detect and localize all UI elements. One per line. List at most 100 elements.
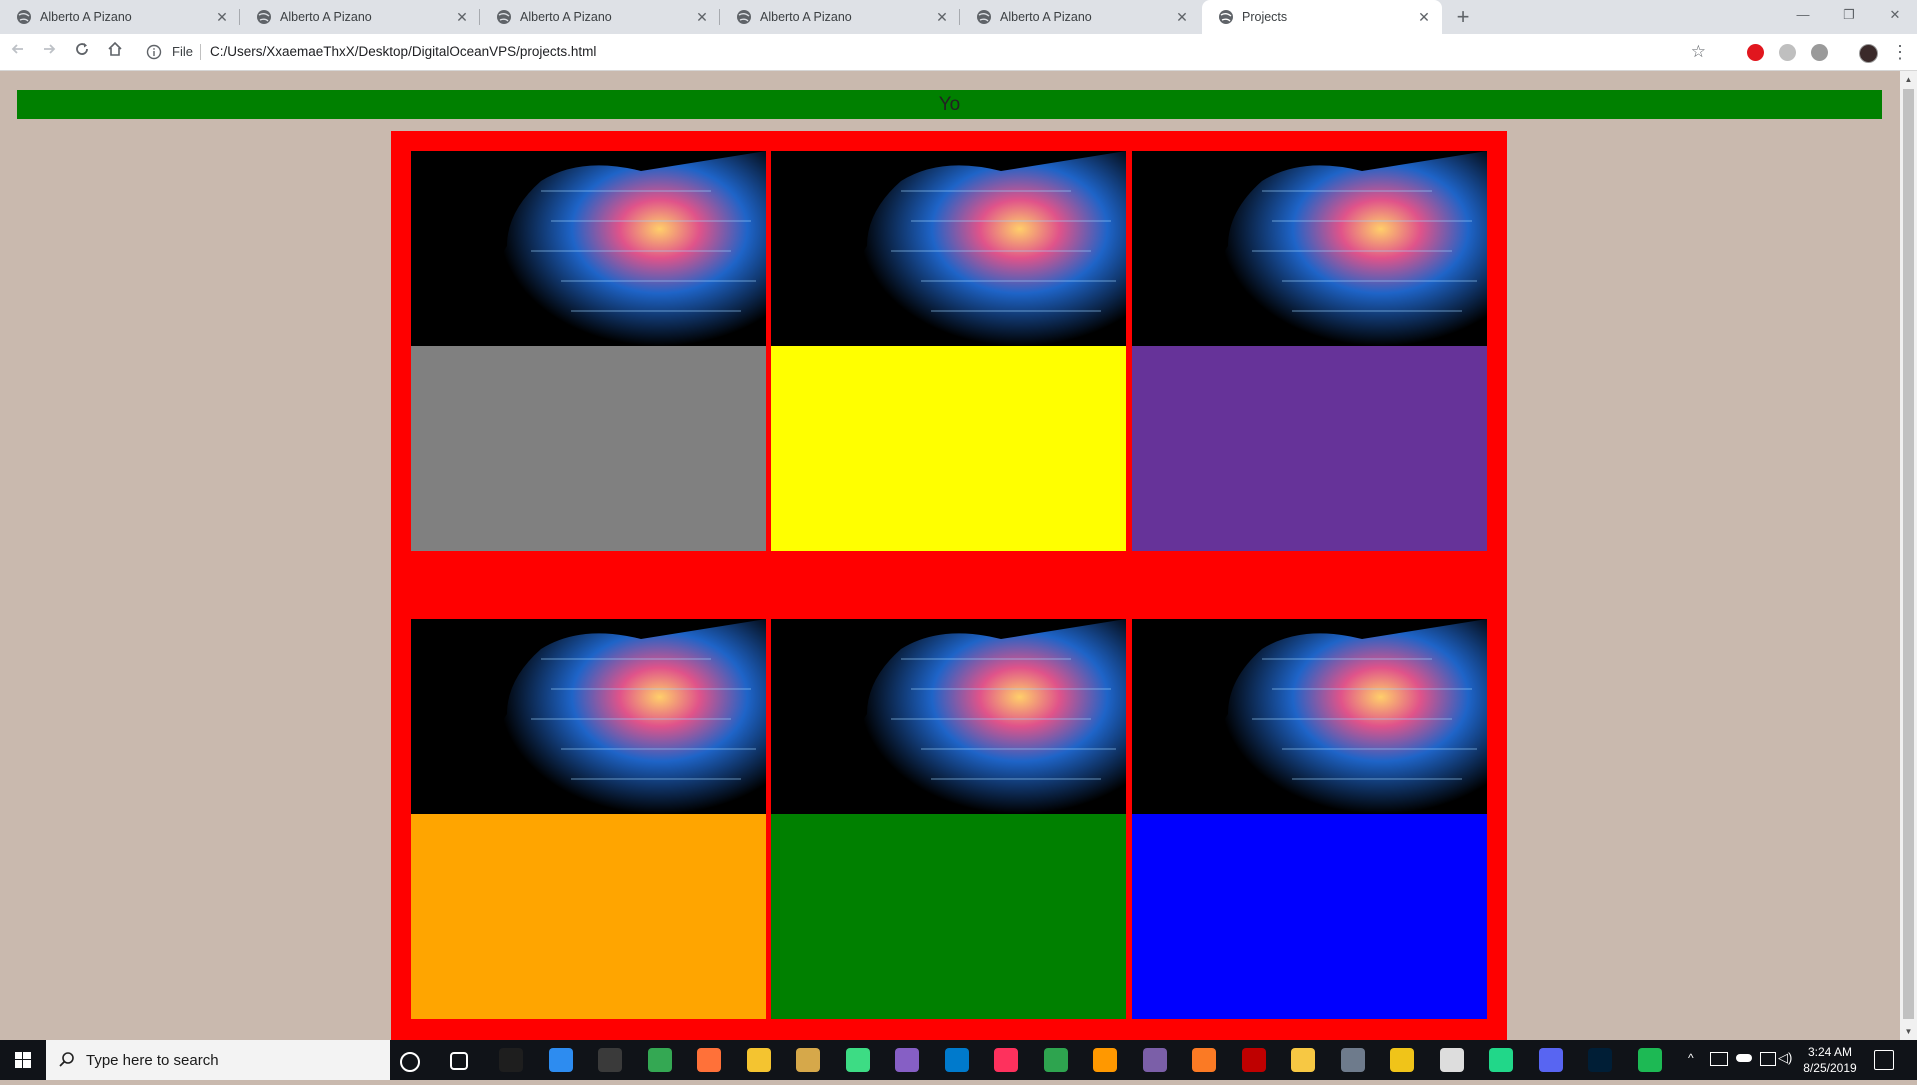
- info-icon[interactable]: [146, 44, 162, 60]
- tab-2[interactable]: Alberto A Pizano ✕: [240, 0, 480, 34]
- color-swatch: [1132, 814, 1487, 1019]
- chevron-up-icon[interactable]: ^: [1688, 1051, 1694, 1065]
- project-card[interactable]: [411, 151, 766, 551]
- ai-head-image: [771, 151, 1126, 346]
- chrome-icon[interactable]: [648, 1048, 672, 1072]
- back-button[interactable]: [6, 40, 30, 64]
- minimize-button[interactable]: —: [1780, 0, 1826, 30]
- sourcetree-icon[interactable]: [549, 1048, 573, 1072]
- close-icon[interactable]: ✕: [934, 9, 950, 25]
- xampp-icon[interactable]: [1192, 1048, 1216, 1072]
- tab-title: Alberto A Pizano: [40, 10, 132, 24]
- intellij-icon[interactable]: [994, 1048, 1018, 1072]
- kebab-menu-icon[interactable]: ⋮: [1888, 40, 1912, 64]
- close-icon[interactable]: ✕: [1416, 9, 1432, 25]
- start-button[interactable]: [0, 1040, 46, 1080]
- project-card[interactable]: [411, 619, 766, 1019]
- project-card[interactable]: [771, 151, 1126, 551]
- discord-icon[interactable]: [1539, 1048, 1563, 1072]
- reload-button[interactable]: [70, 40, 94, 64]
- project-card[interactable]: [771, 619, 1126, 1019]
- vertical-scrollbar[interactable]: ▲ ▼: [1900, 71, 1917, 1040]
- scheme-label: File: [172, 44, 193, 59]
- windows-logo-icon: [15, 1052, 31, 1068]
- close-icon[interactable]: ✕: [694, 9, 710, 25]
- ai-head-image: [771, 619, 1126, 814]
- close-icon[interactable]: ✕: [214, 9, 230, 25]
- globe-icon: [257, 10, 271, 24]
- tab-3[interactable]: Alberto A Pizano ✕: [480, 0, 720, 34]
- ai-head-image: [411, 151, 766, 346]
- unity-package-icon[interactable]: [1291, 1048, 1315, 1072]
- notifications-icon[interactable]: [1874, 1050, 1894, 1070]
- globe-icon: [737, 10, 751, 24]
- terminal-icon[interactable]: [499, 1048, 523, 1072]
- file-explorer-icon[interactable]: [747, 1048, 771, 1072]
- profile-avatar[interactable]: [1859, 44, 1878, 63]
- scroll-down-icon[interactable]: ▼: [1900, 1023, 1917, 1040]
- firefox-icon[interactable]: [697, 1048, 721, 1072]
- cortana-icon[interactable]: [400, 1052, 420, 1072]
- spotify-icon[interactable]: [1638, 1048, 1662, 1072]
- home-button[interactable]: [103, 40, 127, 64]
- extension-icon[interactable]: [1811, 44, 1828, 61]
- notes-icon[interactable]: [1390, 1048, 1414, 1072]
- obs-icon[interactable]: [1143, 1048, 1167, 1072]
- pycharm-icon[interactable]: [1489, 1048, 1513, 1072]
- url-text[interactable]: C:/Users/XxaemaeThxX/Desktop/DigitalOcea…: [210, 44, 596, 59]
- visual-studio-icon[interactable]: [895, 1048, 919, 1072]
- project-card[interactable]: [1132, 151, 1487, 551]
- onedrive-icon[interactable]: [1736, 1054, 1752, 1062]
- project-image: [411, 619, 766, 814]
- tab-4[interactable]: Alberto A Pizano ✕: [720, 0, 960, 34]
- tab-projects[interactable]: Projects ✕: [1202, 0, 1442, 34]
- project-image: [771, 619, 1126, 814]
- globe-icon: [1219, 10, 1233, 24]
- star-icon[interactable]: ☆: [1691, 42, 1706, 62]
- scroll-up-icon[interactable]: ▲: [1900, 71, 1917, 88]
- color-swatch: [411, 346, 766, 551]
- extension-icon[interactable]: [1779, 44, 1796, 61]
- omnibox-divider: [200, 44, 201, 60]
- opera-extension-icon[interactable]: [1747, 44, 1764, 61]
- new-tab-button[interactable]: +: [1450, 4, 1476, 30]
- tab-1[interactable]: Alberto A Pizano ✕: [0, 0, 240, 34]
- globe-icon: [497, 10, 511, 24]
- sublime-text-icon[interactable]: [1093, 1048, 1117, 1072]
- unity-icon[interactable]: [1440, 1048, 1464, 1072]
- tab-title: Alberto A Pizano: [280, 10, 372, 24]
- ai-head-image: [411, 619, 766, 814]
- scrollbar-thumb[interactable]: [1903, 89, 1914, 1019]
- project-card[interactable]: [1132, 619, 1487, 1019]
- globe-icon: [977, 10, 991, 24]
- close-window-button[interactable]: ✕: [1872, 0, 1917, 30]
- home-icon: [108, 41, 122, 56]
- forward-button[interactable]: [37, 40, 61, 64]
- color-swatch: [771, 814, 1126, 1019]
- gitkraken-icon[interactable]: [1044, 1048, 1068, 1072]
- vscode-icon[interactable]: [945, 1048, 969, 1072]
- close-icon[interactable]: ✕: [1174, 9, 1190, 25]
- address-bar[interactable]: File C:/Users/XxaemaeThxX/Desktop/Digita…: [140, 38, 1710, 66]
- project-image: [771, 151, 1126, 346]
- filezilla-icon[interactable]: [1242, 1048, 1266, 1072]
- paint-brush-icon[interactable]: [796, 1048, 820, 1072]
- project-image: [1132, 151, 1487, 346]
- restore-button[interactable]: ❐: [1826, 0, 1872, 30]
- task-view-icon[interactable]: [450, 1052, 468, 1070]
- photoshop-icon[interactable]: [1588, 1048, 1612, 1072]
- tab-5[interactable]: Alberto A Pizano ✕: [960, 0, 1200, 34]
- tray-app-icon[interactable]: [1710, 1052, 1728, 1066]
- taskbar-clock[interactable]: 3:24 AM 8/25/2019: [1800, 1044, 1860, 1076]
- globe-icon: [17, 10, 31, 24]
- android-studio-icon[interactable]: [846, 1048, 870, 1072]
- volume-icon[interactable]: ◁): [1778, 1050, 1792, 1066]
- vpn-icon[interactable]: [1341, 1048, 1365, 1072]
- search-icon: [59, 1052, 74, 1067]
- close-icon[interactable]: ✕: [454, 9, 470, 25]
- tab-title: Projects: [1242, 10, 1288, 24]
- taskbar-search[interactable]: Type here to search: [46, 1040, 390, 1080]
- clock-date: 8/25/2019: [1803, 1061, 1857, 1075]
- network-icon[interactable]: [1760, 1052, 1776, 1066]
- window-icon[interactable]: [598, 1048, 622, 1072]
